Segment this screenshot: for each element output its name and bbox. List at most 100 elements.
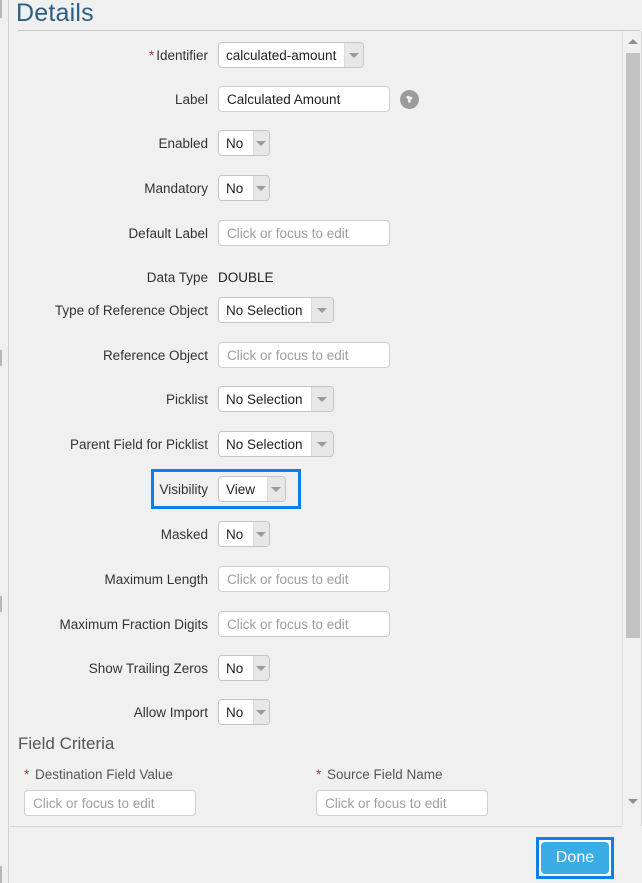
page-title: Details — [16, 0, 94, 27]
label-reference-object: Reference Object — [102, 347, 208, 363]
combo-allow-import[interactable]: No — [218, 699, 270, 725]
combo-value: No Selection — [219, 432, 311, 456]
panel-left-edge — [0, 0, 9, 883]
combo-value: No — [219, 522, 253, 546]
combo-visibility[interactable]: View — [218, 476, 286, 502]
input-placeholder: Click or focus to edit — [325, 795, 447, 811]
form-row-label: Label Calculated Amount — [10, 86, 622, 112]
scroll-down-arrow-icon[interactable] — [623, 793, 642, 809]
label-enabled: Enabled — [158, 135, 208, 151]
combo-value: No Selection — [219, 298, 311, 322]
label-allow-import: Allow Import — [133, 704, 208, 720]
combo-value: No — [219, 656, 253, 680]
label-maximum-length: Maximum Length — [104, 571, 208, 587]
combo-parent-field-for-picklist[interactable]: No Selection — [218, 431, 334, 457]
control-default-label: Click or focus to edit — [218, 220, 622, 246]
combo-mandatory[interactable]: No — [218, 175, 270, 201]
input-placeholder: Click or focus to edit — [227, 347, 349, 363]
control-allow-import: No — [218, 699, 622, 725]
control-visibility: View — [218, 476, 622, 502]
vertical-scrollbar[interactable] — [622, 31, 642, 826]
details-form: * Identifier calculated-amount Label Calcula… — [10, 31, 622, 826]
label-masked: Masked — [160, 526, 208, 542]
chevron-down-icon[interactable] — [310, 432, 333, 456]
control-parent-field-for-picklist: No Selection — [218, 431, 622, 457]
input-maximum-length[interactable]: Click or focus to edit — [218, 566, 390, 592]
control-maximum-fraction-digits: Click or focus to edit — [218, 611, 622, 637]
label-maximum-fraction-digits: Maximum Fraction Digits — [59, 616, 208, 632]
input-placeholder: Click or focus to edit — [227, 571, 349, 587]
combo-show-trailing-zeros[interactable]: No — [218, 655, 270, 681]
control-masked: No — [218, 521, 622, 547]
control-mandatory: No — [218, 175, 622, 201]
combo-value: View — [219, 477, 267, 501]
label-picklist: Picklist — [165, 391, 208, 407]
chevron-down-icon[interactable] — [252, 700, 269, 724]
label-parent-field-for-picklist: Parent Field for Picklist — [69, 436, 208, 452]
chevron-down-icon[interactable] — [310, 387, 333, 411]
combo-enabled[interactable]: No — [218, 130, 270, 156]
input-placeholder: Click or focus to edit — [227, 225, 349, 241]
control-enabled: No — [218, 130, 622, 156]
details-panel: Details * Identifier calculated-amount Labe… — [0, 0, 642, 883]
control-label: Calculated Amount — [218, 86, 622, 112]
form-row-show-trailing-zeros: Show Trailing Zeros No — [10, 655, 622, 681]
input-reference-object[interactable]: Click or focus to edit — [218, 342, 390, 368]
label-type-of-reference-object: Type of Reference Object — [54, 302, 208, 318]
label-identifier: * Identifier — [148, 47, 208, 63]
chevron-down-icon[interactable] — [252, 131, 269, 155]
control-show-trailing-zeros: No — [218, 655, 622, 681]
field-criteria-section: Field Criteria * Destination Field Value C… — [10, 734, 622, 826]
scrollbar-thumb[interactable] — [626, 53, 640, 638]
chevron-down-icon[interactable] — [252, 176, 269, 200]
input-placeholder: Click or focus to edit — [227, 616, 349, 632]
chevron-down-icon[interactable] — [252, 656, 269, 680]
form-row-parent-field-for-picklist: Parent Field for Picklist No Selection — [10, 431, 622, 457]
label-default-label: Default Label — [128, 225, 208, 241]
form-row-data-type: Data Type DOUBLE — [10, 264, 622, 290]
form-row-maximum-fraction-digits: Maximum Fraction Digits Click or focus to… — [10, 611, 622, 637]
required-asterisk: * — [316, 767, 322, 782]
field-criteria-title: Field Criteria — [18, 734, 115, 753]
scroll-up-arrow-icon[interactable] — [623, 33, 642, 49]
input-default-label[interactable]: Click or focus to edit — [218, 220, 390, 246]
combo-value: calculated-amount — [219, 43, 345, 67]
static-data-type: DOUBLE — [218, 269, 274, 285]
chevron-down-icon[interactable] — [310, 298, 333, 322]
chevron-down-icon[interactable] — [344, 43, 363, 67]
control-reference-object: Click or focus to edit — [218, 342, 622, 368]
form-row-enabled: Enabled No — [10, 130, 622, 156]
criteria-input-destination[interactable]: Click or focus to edit — [24, 790, 196, 816]
form-row-default-label: Default Label Click or focus to edit — [10, 220, 622, 246]
input-maximum-fraction-digits[interactable]: Click or focus to edit — [218, 611, 390, 637]
control-picklist: No Selection — [218, 386, 622, 412]
control-identifier: calculated-amount — [218, 42, 622, 68]
combo-value: No — [219, 700, 253, 724]
combo-value: No — [219, 131, 253, 155]
panel-footer: Done — [10, 826, 622, 883]
combo-type-of-reference-object[interactable]: No Selection — [218, 297, 334, 323]
done-button[interactable]: Done — [541, 842, 609, 874]
globe-icon[interactable] — [400, 89, 419, 109]
combo-identifier[interactable]: calculated-amount — [218, 42, 364, 68]
form-row-type-of-reference-object: Type of Reference Object No Selection — [10, 297, 622, 323]
criteria-label-destination: * Destination Field Value — [24, 767, 173, 782]
label-data-type: Data Type — [146, 269, 208, 285]
combo-picklist[interactable]: No Selection — [218, 386, 334, 412]
criteria-column-destination: * Destination Field Value Click or focus … — [24, 767, 196, 816]
panel-header: Details — [10, 0, 642, 31]
input-label[interactable]: Calculated Amount — [218, 86, 390, 112]
label-mandatory: Mandatory — [144, 180, 208, 196]
criteria-input-source[interactable]: Click or focus to edit — [316, 790, 488, 816]
combo-masked[interactable]: No — [218, 521, 270, 547]
label-show-trailing-zeros: Show Trailing Zeros — [88, 660, 208, 676]
chevron-down-icon[interactable] — [266, 477, 285, 501]
form-row-identifier: * Identifier calculated-amount — [10, 42, 622, 68]
form-row-maximum-length: Maximum Length Click or focus to edit — [10, 566, 622, 592]
form-row-allow-import: Allow Import No — [10, 699, 622, 725]
combo-value: No Selection — [219, 387, 311, 411]
form-row-visibility: Visibility View — [10, 476, 622, 502]
input-value: Calculated Amount — [227, 91, 341, 107]
chevron-down-icon[interactable] — [252, 522, 269, 546]
label-visibility: Visibility — [159, 481, 208, 497]
